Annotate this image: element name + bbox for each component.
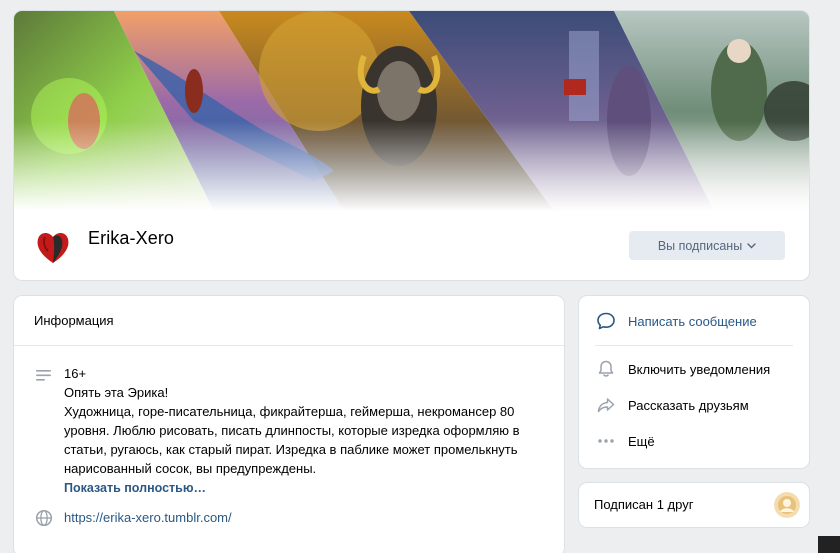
write-message-button[interactable]: Написать сообщение (579, 304, 809, 338)
globe-icon (35, 509, 53, 527)
enable-notifications-label: Включить уведомления (628, 361, 771, 377)
show-more-link[interactable]: Показать полностью… (64, 479, 206, 498)
share-with-friends-button[interactable]: Рассказать друзьям (579, 388, 809, 422)
share-arrow-icon (595, 394, 617, 416)
subscribed-button[interactable]: Вы подписаны (629, 231, 785, 260)
write-message-label: Написать сообщение (628, 313, 757, 329)
window-corner (818, 536, 840, 553)
actions-divider (595, 345, 793, 346)
actions-card: Написать сообщение Включить уведомления … (579, 296, 809, 468)
heart-logo-icon (31, 225, 75, 269)
text-lines-icon (36, 370, 51, 381)
friend-avatar[interactable] (774, 492, 800, 518)
info-heading: Информация (14, 296, 564, 346)
info-card: Информация 16+ Опять эта Эрика! Художниц… (14, 296, 564, 553)
description-text: Опять эта Эрика! Художница, горе-писател… (64, 385, 520, 476)
profile-row: Erika-Xero Вы подписаны (14, 211, 809, 280)
subscribed-button-label: Вы подписаны (657, 238, 743, 253)
chevron-down-icon (747, 242, 756, 248)
chat-bubble-icon (595, 310, 617, 332)
cover-image (14, 11, 809, 211)
info-heading-label: Информация (34, 313, 114, 328)
share-with-friends-label: Рассказать друзьям (628, 397, 749, 413)
age-rating: 16+ (64, 366, 87, 381)
page-title: Erika-Xero (88, 228, 175, 248)
subscribed-friends-card[interactable]: Подписан 1 друг (579, 483, 809, 527)
subscribed-friends-label: Подписан 1 друг (594, 497, 694, 512)
bell-icon (595, 358, 617, 380)
enable-notifications-button[interactable]: Включить уведомления (579, 352, 809, 386)
more-dots-icon (595, 430, 617, 452)
group-avatar[interactable] (31, 225, 75, 269)
more-actions-button[interactable]: Ещё (579, 424, 809, 458)
group-header-card: Erika-Xero Вы подписаны (14, 11, 809, 280)
more-actions-label: Ещё (628, 433, 655, 449)
website-link[interactable]: https://erika-xero.tumblr.com/ (64, 510, 232, 525)
